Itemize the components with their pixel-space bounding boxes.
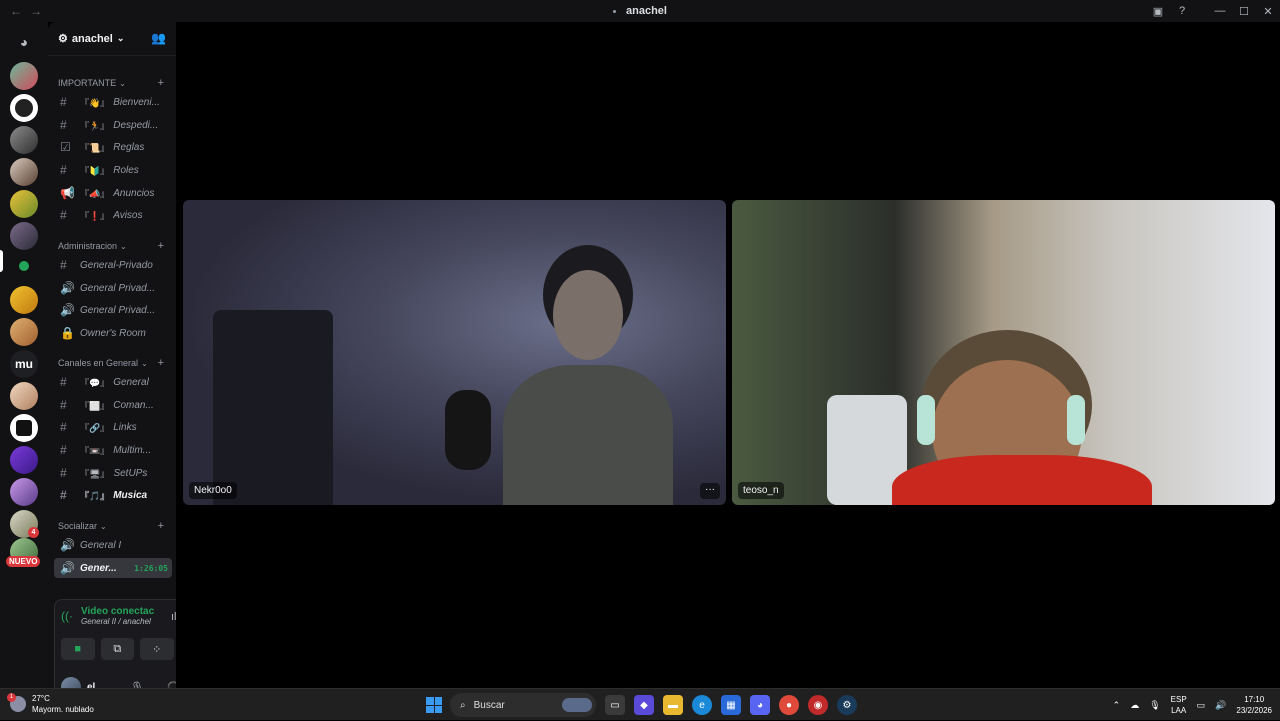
widgets-icon[interactable]: ◆ xyxy=(634,695,654,715)
more-options-icon[interactable]: ··· xyxy=(700,483,720,499)
volume-icon[interactable]: 🔊 xyxy=(1215,700,1226,711)
server-gear-icon: ⚙ xyxy=(58,33,68,45)
channel-general-privado-voice-2[interactable]: 🔊 General Privad... xyxy=(54,300,172,320)
add-channel-icon[interactable]: + xyxy=(158,240,164,252)
category-administracion[interactable]: Administracion ⌄ xyxy=(58,241,127,251)
add-channel-icon[interactable]: + xyxy=(158,77,164,89)
channel-multimedia[interactable]: # 『📼』 Multim... xyxy=(54,440,172,460)
server-icon[interactable] xyxy=(10,94,38,122)
windows-start-icon[interactable] xyxy=(426,697,442,713)
camera-button[interactable]: ■ xyxy=(61,638,95,660)
server-list: ◕ mu 4 NUEVO xyxy=(0,22,48,688)
channel-roles[interactable]: # 『🔰』 Roles xyxy=(54,160,172,180)
maximize-button[interactable]: ☐ xyxy=(1232,5,1256,18)
store-icon[interactable]: ▦ xyxy=(721,695,741,715)
server-name: anachel xyxy=(71,32,113,45)
file-explorer-icon[interactable]: ▬ xyxy=(663,695,683,715)
channel-sidebar: ⚙ anachel ⌄ 👥 IMPORTANTE ⌄ + # 『👋』 Bienveni… xyxy=(48,22,218,707)
voice-location: General II / anachel xyxy=(81,617,151,626)
server-icon[interactable] xyxy=(10,286,38,314)
chevron-up-icon[interactable]: ⌃ xyxy=(1113,700,1121,711)
window-title: anachel xyxy=(0,5,1280,17)
title-bar: ← → anachel ▣ ? — ☐ ✕ xyxy=(0,0,1280,22)
channel-reglas[interactable]: ☑ 『📜』 Reglas xyxy=(54,137,172,157)
server-icon[interactable] xyxy=(10,478,38,506)
channel-bienvenida[interactable]: # 『👋』 Bienveni... xyxy=(54,92,172,112)
display-icon[interactable]: ▭ xyxy=(1197,700,1206,711)
selected-server-pill xyxy=(0,250,3,272)
channel-setups[interactable]: # 『🖥』 SetUPs xyxy=(54,463,172,483)
mention-badge: 4 xyxy=(28,527,39,538)
inbox-icon[interactable]: ▣ xyxy=(1146,5,1170,18)
channel-general-privado[interactable]: # General-Privado xyxy=(54,255,172,275)
invite-people-icon[interactable]: 👥 xyxy=(151,31,166,45)
minimize-button[interactable]: — xyxy=(1208,5,1232,17)
channel-anuncios[interactable]: 📢 『📣』 Anuncios xyxy=(54,183,172,203)
activities-button[interactable]: ⁘ xyxy=(140,638,174,660)
search-icon: ⌕ xyxy=(460,699,466,711)
server-icon[interactable] xyxy=(10,252,38,280)
add-channel-icon[interactable]: + xyxy=(158,357,164,369)
microphone-tray-icon[interactable]: 🎙 xyxy=(1149,700,1160,711)
help-icon[interactable]: ? xyxy=(1170,5,1194,17)
voice-channel-general-2[interactable]: 🔊 Gener... 1:26:05 xyxy=(54,558,172,578)
cloud-icon[interactable]: ☁ xyxy=(1130,700,1139,711)
close-button[interactable]: ✕ xyxy=(1256,5,1280,18)
new-badge: NUEVO xyxy=(6,556,41,567)
channel-links[interactable]: # 『🔗』 Links xyxy=(54,417,172,437)
server-icon[interactable]: mu xyxy=(10,350,38,378)
channel-avisos[interactable]: # 『❗』 Avisos xyxy=(54,205,172,225)
server-icon[interactable] xyxy=(10,222,38,250)
chevron-down-icon: ⌄ xyxy=(116,33,125,43)
task-view-icon[interactable]: ▭ xyxy=(605,695,625,715)
channel-musica[interactable]: # 『🎵』 Musica xyxy=(54,485,172,505)
server-icon[interactable] xyxy=(10,62,38,90)
windows-taskbar: 1 27°C Mayorm. nublado ⌕ Buscar ▭ ◆ ▬ e ▦ … xyxy=(0,688,1280,720)
server-icon[interactable] xyxy=(10,158,38,186)
taskbar-search[interactable]: ⌕ Buscar xyxy=(450,693,596,717)
server-icon[interactable] xyxy=(10,190,38,218)
participant-name: teoso_n xyxy=(738,482,784,499)
server-icon[interactable] xyxy=(10,446,38,474)
participant-name: Nekr0o0 xyxy=(189,482,237,499)
clock[interactable]: 17:10 23/2/2026 xyxy=(1236,694,1272,716)
server-icon[interactable] xyxy=(10,126,38,154)
channel-owners-room[interactable]: 🔒 Owner's Room xyxy=(54,323,172,343)
category-canales-general[interactable]: Canales en General ⌄ xyxy=(58,358,148,368)
weather-icon: 1 xyxy=(7,693,26,712)
app-icon[interactable]: ◉ xyxy=(808,695,828,715)
channel-despedida[interactable]: # 『🏃』 Despedi... xyxy=(54,115,172,135)
server-header[interactable]: ⚙ anachel ⌄ 👥 xyxy=(48,22,176,56)
voice-status[interactable]: ((· Video conectac General II / anachel xyxy=(61,606,154,626)
add-channel-icon[interactable]: + xyxy=(158,520,164,532)
video-tile[interactable]: teoso_n xyxy=(732,200,1275,505)
server-icon[interactable] xyxy=(10,318,38,346)
server-icon[interactable] xyxy=(10,382,38,410)
server-icon[interactable] xyxy=(10,414,38,442)
signal-icon: ((· xyxy=(61,609,73,623)
voice-status-label: Video conectac xyxy=(81,606,155,617)
channel-general-privado-voice[interactable]: 🔊 General Privad... xyxy=(54,278,172,298)
discord-taskbar-icon[interactable]: ◕ xyxy=(750,695,770,715)
channel-comandos[interactable]: # 『⬜』 Coman... xyxy=(54,395,172,415)
edge-icon[interactable]: e xyxy=(692,695,712,715)
category-socializar[interactable]: Socializar ⌄ xyxy=(58,521,107,531)
category-importante[interactable]: IMPORTANTE ⌄ xyxy=(58,78,126,88)
video-stage: Nekr0o0 ··· teoso_n xyxy=(176,22,1280,688)
channel-general[interactable]: # 『💬』 General xyxy=(54,372,172,392)
weather-widget[interactable]: 1 27°C Mayorm. nublado xyxy=(7,693,94,715)
language-indicator[interactable]: ESP LAA xyxy=(1171,694,1187,716)
call-timer: 1:26:05 xyxy=(134,563,168,573)
steam-icon[interactable]: ⚙ xyxy=(837,695,857,715)
voice-channel-general-1[interactable]: 🔊 General I xyxy=(54,535,172,555)
video-tile[interactable]: Nekr0o0 ··· xyxy=(183,200,726,505)
screen-share-button[interactable]: ⧉ xyxy=(100,638,134,660)
discord-home-icon[interactable]: ◕ xyxy=(10,28,38,56)
chrome-icon[interactable]: ● xyxy=(779,695,799,715)
